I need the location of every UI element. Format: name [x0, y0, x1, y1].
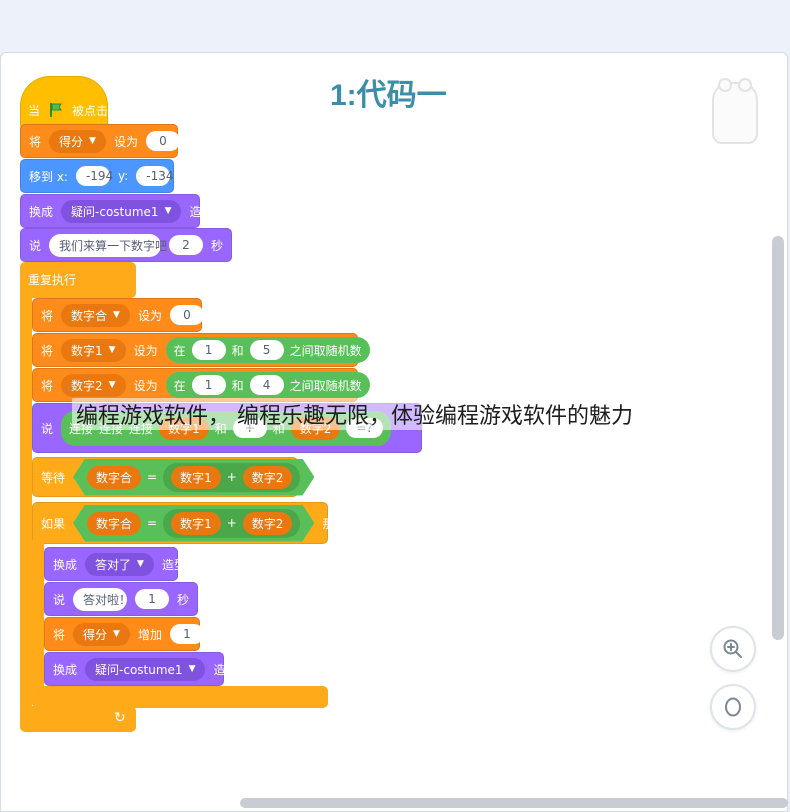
- caret-down-icon: ▼: [89, 136, 96, 146]
- forever-label: 重复执行: [28, 272, 77, 287]
- from-input[interactable]: 1: [191, 375, 226, 395]
- block-word: 设为: [133, 343, 158, 358]
- block-word: 等待: [41, 470, 66, 485]
- caret-down-icon: ▼: [113, 310, 120, 320]
- wait-until-block[interactable]: 等待 数字合 = 数字1 + 数字2: [32, 457, 298, 497]
- variable-dropdown[interactable]: 得分 ▼: [73, 622, 130, 646]
- value-input[interactable]: 1: [169, 624, 204, 644]
- caret-down-icon: ▼: [113, 629, 120, 639]
- hat-word: 当: [28, 103, 41, 118]
- block-word: 造型: [189, 204, 214, 219]
- block-word: y:: [117, 169, 129, 183]
- hat-label: 被点击: [72, 103, 109, 118]
- bear-sprite-icon: [712, 78, 758, 144]
- block-word: 换成: [53, 662, 78, 677]
- block-word: 设为: [133, 378, 158, 393]
- equals-operator[interactable]: 数字合 = 数字1 + 数字2: [73, 505, 314, 542]
- if-side: [32, 540, 44, 690]
- variable-reporter[interactable]: 数字1: [171, 466, 221, 489]
- horizontal-scrollbar[interactable]: [240, 798, 788, 808]
- block-word: 设为: [113, 134, 138, 149]
- change-variable-block[interactable]: 将 得分 ▼ 增加 1: [44, 617, 204, 651]
- variable-reporter[interactable]: 数字2: [243, 512, 293, 535]
- costume-dropdown[interactable]: 答对了 ▼: [85, 552, 154, 576]
- caret-down-icon: ▼: [188, 664, 196, 674]
- caret-down-icon: ▼: [164, 206, 172, 216]
- set-variable-random-block[interactable]: 将 数字1 ▼ 设为 在 1 和 5 之间取随机数: [32, 333, 370, 367]
- zoom-in-button[interactable]: [710, 626, 756, 672]
- variable-dropdown[interactable]: 得分 ▼: [49, 129, 106, 153]
- overlay-caption: 编程游戏软件， 编程乐趣无限，体验编程游戏软件的魅力: [72, 398, 637, 430]
- block-word: 将: [53, 627, 66, 642]
- switch-costume-block[interactable]: 换成 疑问-costume1 ▼ 造型: [44, 652, 238, 686]
- block-word: 说: [29, 238, 42, 253]
- x-input[interactable]: -194: [75, 166, 113, 186]
- block-word: 将: [41, 378, 54, 393]
- costume-dropdown[interactable]: 疑问-costume1 ▼: [85, 657, 206, 681]
- random-operator[interactable]: 在 1 和 4 之间取随机数: [165, 372, 370, 398]
- block-word: 说: [53, 592, 66, 607]
- value-input[interactable]: 0: [145, 131, 180, 151]
- loop-arrow-icon: ↻: [114, 710, 126, 726]
- switch-costume-block[interactable]: 换成 疑问-costume1 ▼ 造型: [20, 194, 214, 228]
- variable-dropdown[interactable]: 数字2 ▼: [61, 373, 126, 397]
- to-input[interactable]: 5: [249, 340, 284, 360]
- block-word: 造型: [161, 557, 186, 572]
- equals-operator[interactable]: 数字合 = 数字1 + 数字2: [73, 459, 314, 496]
- variable-reporter[interactable]: 数字合: [87, 466, 141, 489]
- block-word: 将: [41, 308, 54, 323]
- to-input[interactable]: 4: [249, 375, 284, 395]
- seconds-input[interactable]: 2: [168, 235, 203, 255]
- block-word: 将: [41, 343, 54, 358]
- block-word: 造型: [213, 662, 238, 677]
- forever-side: [20, 290, 32, 710]
- variable-reporter[interactable]: 数字合: [87, 512, 141, 535]
- if-bottom: [32, 686, 328, 708]
- caret-down-icon: ▼: [108, 380, 116, 390]
- set-variable-block[interactable]: 将 数字合 ▼ 设为 0: [32, 298, 204, 332]
- caret-down-icon: ▼: [108, 345, 116, 355]
- from-input[interactable]: 1: [191, 340, 226, 360]
- seconds-input[interactable]: 1: [134, 589, 169, 609]
- switch-costume-block[interactable]: 换成 答对了 ▼ 造型: [44, 547, 186, 581]
- block-word: 说: [41, 421, 54, 436]
- variable-reporter[interactable]: 数字2: [243, 466, 293, 489]
- goto-xy-block[interactable]: 移到 x: -194 y: -134: [20, 159, 174, 193]
- set-variable-block[interactable]: 将 得分 ▼ 设为 0: [20, 124, 180, 158]
- block-word: 增加: [137, 627, 162, 642]
- hat-content: 当 被点击: [20, 94, 116, 126]
- block-word: 那么: [322, 516, 347, 531]
- message-input[interactable]: 我们来算一下数字吧: [49, 233, 167, 257]
- block-word: 换成: [53, 557, 78, 572]
- zoom-reset-icon: [725, 697, 741, 717]
- block-word: 移到 x:: [29, 169, 68, 184]
- say-for-secs-block[interactable]: 说 我们来算一下数字吧 2 秒: [20, 228, 232, 262]
- block-word: 秒: [210, 238, 223, 253]
- message-input[interactable]: 答对啦！: [73, 587, 131, 611]
- block-word: 设为: [137, 308, 162, 323]
- random-operator[interactable]: 在 1 和 5 之间取随机数: [165, 337, 370, 363]
- page-title: 1:代码一: [330, 79, 447, 112]
- block-word: 秒: [176, 592, 189, 607]
- if-then-block[interactable]: 如果 数字合 = 数字1 + 数字2 那么: [32, 502, 346, 544]
- set-variable-random-block[interactable]: 将 数字2 ▼ 设为 在 1 和 4 之间取随机数: [32, 368, 370, 402]
- variable-dropdown[interactable]: 数字1 ▼: [61, 338, 126, 362]
- block-word: 换成: [29, 204, 54, 219]
- zoom-reset-button[interactable]: [710, 684, 756, 730]
- variable-reporter[interactable]: 数字1: [171, 512, 221, 535]
- say-for-secs-block[interactable]: 说 答对啦！ 1 秒: [44, 582, 198, 616]
- vertical-scrollbar[interactable]: [772, 236, 784, 640]
- value-input[interactable]: 0: [169, 305, 204, 325]
- flag-icon: [50, 103, 62, 117]
- top-bar: [0, 0, 790, 55]
- costume-dropdown[interactable]: 疑问-costume1 ▼: [61, 199, 182, 223]
- y-input[interactable]: -134: [136, 166, 173, 186]
- caret-down-icon: ▼: [137, 559, 144, 569]
- variable-dropdown[interactable]: 数字合 ▼: [61, 303, 130, 327]
- block-word: 如果: [41, 516, 66, 531]
- zoom-in-icon: [723, 639, 742, 658]
- block-word: 将: [29, 134, 42, 149]
